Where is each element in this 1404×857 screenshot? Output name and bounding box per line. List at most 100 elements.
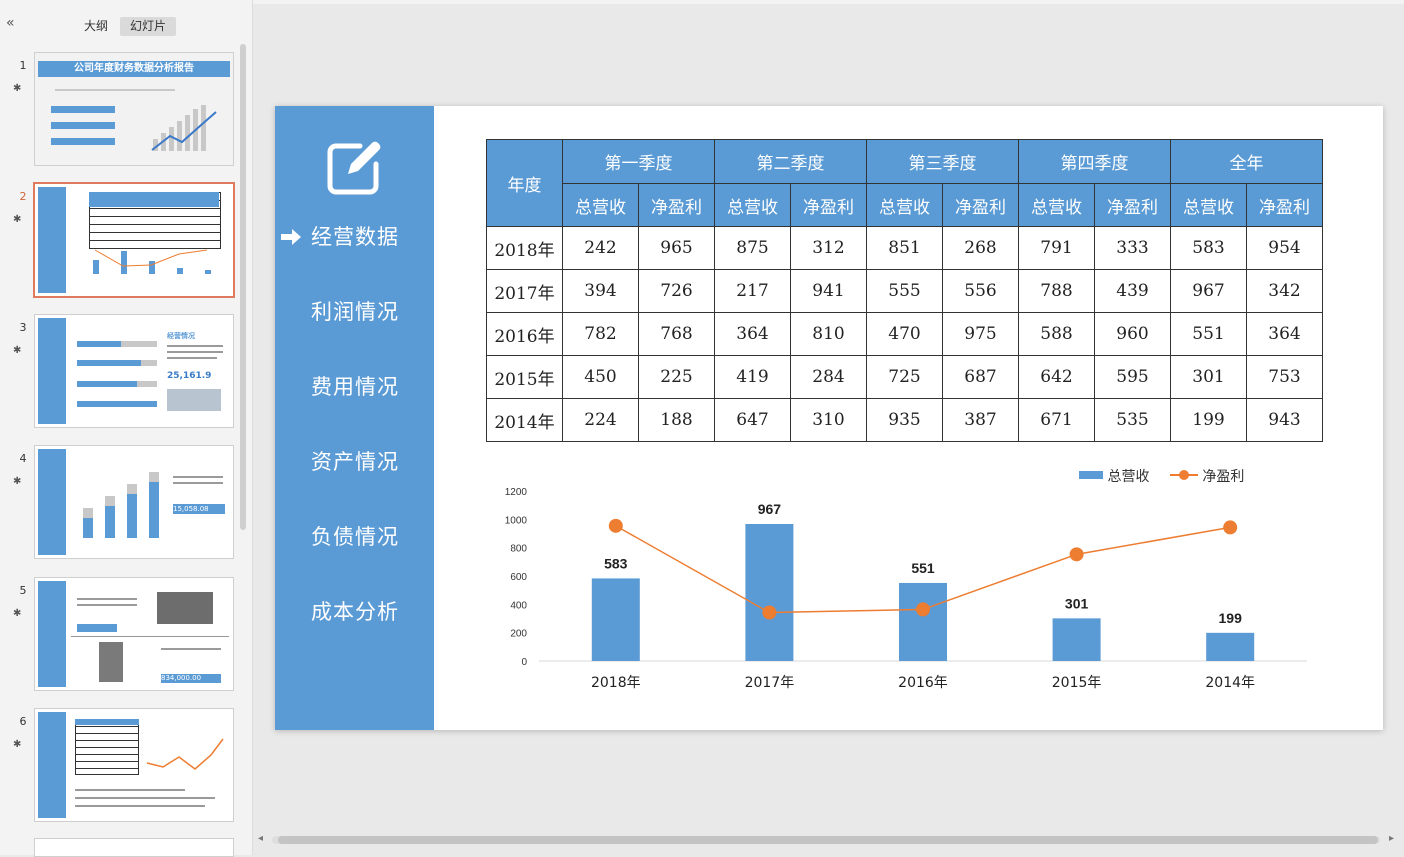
value-cell: 217 xyxy=(714,269,791,313)
bar-revenue xyxy=(1206,632,1255,661)
slide-thumbnail-2[interactable] xyxy=(33,182,235,298)
y-tick-label: 1000 xyxy=(505,515,528,526)
financial-data-table: 年度 第一季度 第二季度 第三季度 第四季度 全年 总营收 净盈利 总营收 净盈利 总营… xyxy=(486,139,1323,442)
point-profit xyxy=(1069,547,1084,562)
star-icon[interactable]: ✱ xyxy=(13,214,21,225)
y-tick-label: 1200 xyxy=(505,487,528,498)
value-cell: 788 xyxy=(1018,269,1095,313)
year-header: 年度 xyxy=(486,139,563,227)
bar-revenue xyxy=(591,578,640,661)
metric-header: 总营收 xyxy=(714,183,791,227)
point-profit xyxy=(1223,520,1238,535)
value-cell: 333 xyxy=(1094,226,1171,270)
value-cell: 439 xyxy=(1094,269,1171,313)
value-cell: 725 xyxy=(866,355,943,399)
value-cell: 642 xyxy=(1018,355,1095,399)
star-icon[interactable]: ✱ xyxy=(13,608,21,619)
slides-panel: « 大纲 幻灯片 1 ✱ 公司年度财务数据分析报告 2 ✱ 3 ✱ 经营情况 2… xyxy=(0,0,253,857)
nav-item-cost-analysis[interactable]: 成本分析 xyxy=(275,597,434,627)
quarter-header: 第四季度 xyxy=(1018,139,1171,184)
horizontal-scrollbar[interactable]: ◂ ▸ xyxy=(256,833,1396,847)
thumb-value: 834,000.00 xyxy=(161,674,221,683)
nav-item-expenses[interactable]: 费用情况 xyxy=(275,372,434,402)
value-cell: 782 xyxy=(562,312,639,356)
slide-number: 2 xyxy=(19,190,27,203)
nav-label: 负债情况 xyxy=(311,525,399,549)
value-cell: 975 xyxy=(942,312,1019,356)
bar-data-label: 551 xyxy=(911,560,935,576)
tab-outline[interactable]: 大纲 xyxy=(76,17,116,36)
slide-thumbnail-7[interactable] xyxy=(34,838,234,857)
metric-header: 净盈利 xyxy=(638,183,715,227)
slide-thumbnail-4[interactable]: 15,058.08 xyxy=(34,445,234,559)
value-cell: 595 xyxy=(1094,355,1171,399)
year-cell: 2017年 xyxy=(486,269,563,313)
value-cell: 965 xyxy=(638,226,715,270)
slide-thumbnail-6[interactable] xyxy=(34,708,234,822)
star-icon[interactable]: ✱ xyxy=(13,739,21,750)
bar-data-label: 301 xyxy=(1065,595,1089,611)
year-cell: 2018年 xyxy=(486,226,563,270)
value-cell: 943 xyxy=(1246,398,1323,442)
metric-header: 总营收 xyxy=(1018,183,1095,227)
slide-thumbnail-1[interactable]: 公司年度财务数据分析报告 xyxy=(34,52,234,166)
nav-item-profit[interactable]: 利润情况 xyxy=(275,297,434,327)
slide-thumbnail-3[interactable]: 经营情况 25,161.9 xyxy=(34,314,234,428)
table-row: 2018年 242 965 875 312 851 268 791 333 583 954 xyxy=(486,226,1323,270)
thumb-title: 公司年度财务数据分析报告 xyxy=(38,61,230,77)
value-cell: 387 xyxy=(942,398,1019,442)
point-profit xyxy=(762,605,777,620)
value-cell: 364 xyxy=(1246,312,1323,356)
value-cell: 268 xyxy=(942,226,1019,270)
slide-canvas[interactable]: 经营数据 利润情况 费用情况 资产情况 负债情况 成本分析 年度 第一季度 第二… xyxy=(275,106,1383,730)
value-cell: 224 xyxy=(562,398,639,442)
scroll-left-icon[interactable]: ◂ xyxy=(258,833,263,844)
slide-number: 6 xyxy=(19,715,27,728)
x-tick-label: 2018年 xyxy=(591,675,641,691)
value-cell: 967 xyxy=(1170,269,1247,313)
slide-thumbnail-5[interactable]: 834,000.00 xyxy=(34,577,234,691)
scroll-right-icon[interactable]: ▸ xyxy=(1389,833,1394,844)
canvas-top-strip xyxy=(253,0,1404,4)
slide-nav-sidebar: 经营数据 利润情况 费用情况 资产情况 负债情况 成本分析 xyxy=(275,106,434,730)
table-row: 2016年 782 768 364 810 470 975 588 960 551 364 xyxy=(486,312,1323,356)
table-row: 2015年 450 225 419 284 725 687 642 595 301 753 xyxy=(486,355,1323,399)
panel-scrollbar[interactable] xyxy=(240,44,246,530)
value-cell: 768 xyxy=(638,312,715,356)
metric-header: 净盈利 xyxy=(1094,183,1171,227)
slide-number: 4 xyxy=(19,452,27,465)
thumb-value: 25,161.9 xyxy=(167,371,212,381)
quarter-header: 第三季度 xyxy=(866,139,1019,184)
bar-revenue xyxy=(1052,618,1101,661)
value-cell: 671 xyxy=(1018,398,1095,442)
value-cell: 199 xyxy=(1170,398,1247,442)
value-cell: 188 xyxy=(638,398,715,442)
value-cell: 312 xyxy=(790,226,867,270)
value-cell: 364 xyxy=(714,312,791,356)
year-cell: 2015年 xyxy=(486,355,563,399)
nav-item-liabilities[interactable]: 负债情况 xyxy=(275,522,434,552)
table-row: 2017年 394 726 217 941 555 556 788 439 967 342 xyxy=(486,269,1323,313)
collapse-panel-icon[interactable]: « xyxy=(6,16,20,30)
value-cell: 551 xyxy=(1170,312,1247,356)
y-tick-label: 200 xyxy=(510,629,527,640)
value-cell: 301 xyxy=(1170,355,1247,399)
quarter-header: 第一季度 xyxy=(562,139,715,184)
metric-header: 净盈利 xyxy=(942,183,1019,227)
metric-header: 净盈利 xyxy=(1246,183,1323,227)
nav-item-operating-data[interactable]: 经营数据 xyxy=(275,222,434,252)
scroll-thumb[interactable] xyxy=(278,836,1378,844)
value-cell: 450 xyxy=(562,355,639,399)
star-icon[interactable]: ✱ xyxy=(13,345,21,356)
star-icon[interactable]: ✱ xyxy=(13,476,21,487)
nav-label: 成本分析 xyxy=(311,600,399,624)
value-cell: 954 xyxy=(1246,226,1323,270)
nav-item-assets[interactable]: 资产情况 xyxy=(275,447,434,477)
tab-slides[interactable]: 幻灯片 xyxy=(120,17,176,36)
year-cell: 2016年 xyxy=(486,312,563,356)
metric-header: 总营收 xyxy=(866,183,943,227)
y-tick-label: 800 xyxy=(510,544,527,555)
quarter-header: 全年 xyxy=(1170,139,1323,184)
star-icon[interactable]: ✱ xyxy=(13,83,21,94)
slide-number: 3 xyxy=(19,321,27,334)
